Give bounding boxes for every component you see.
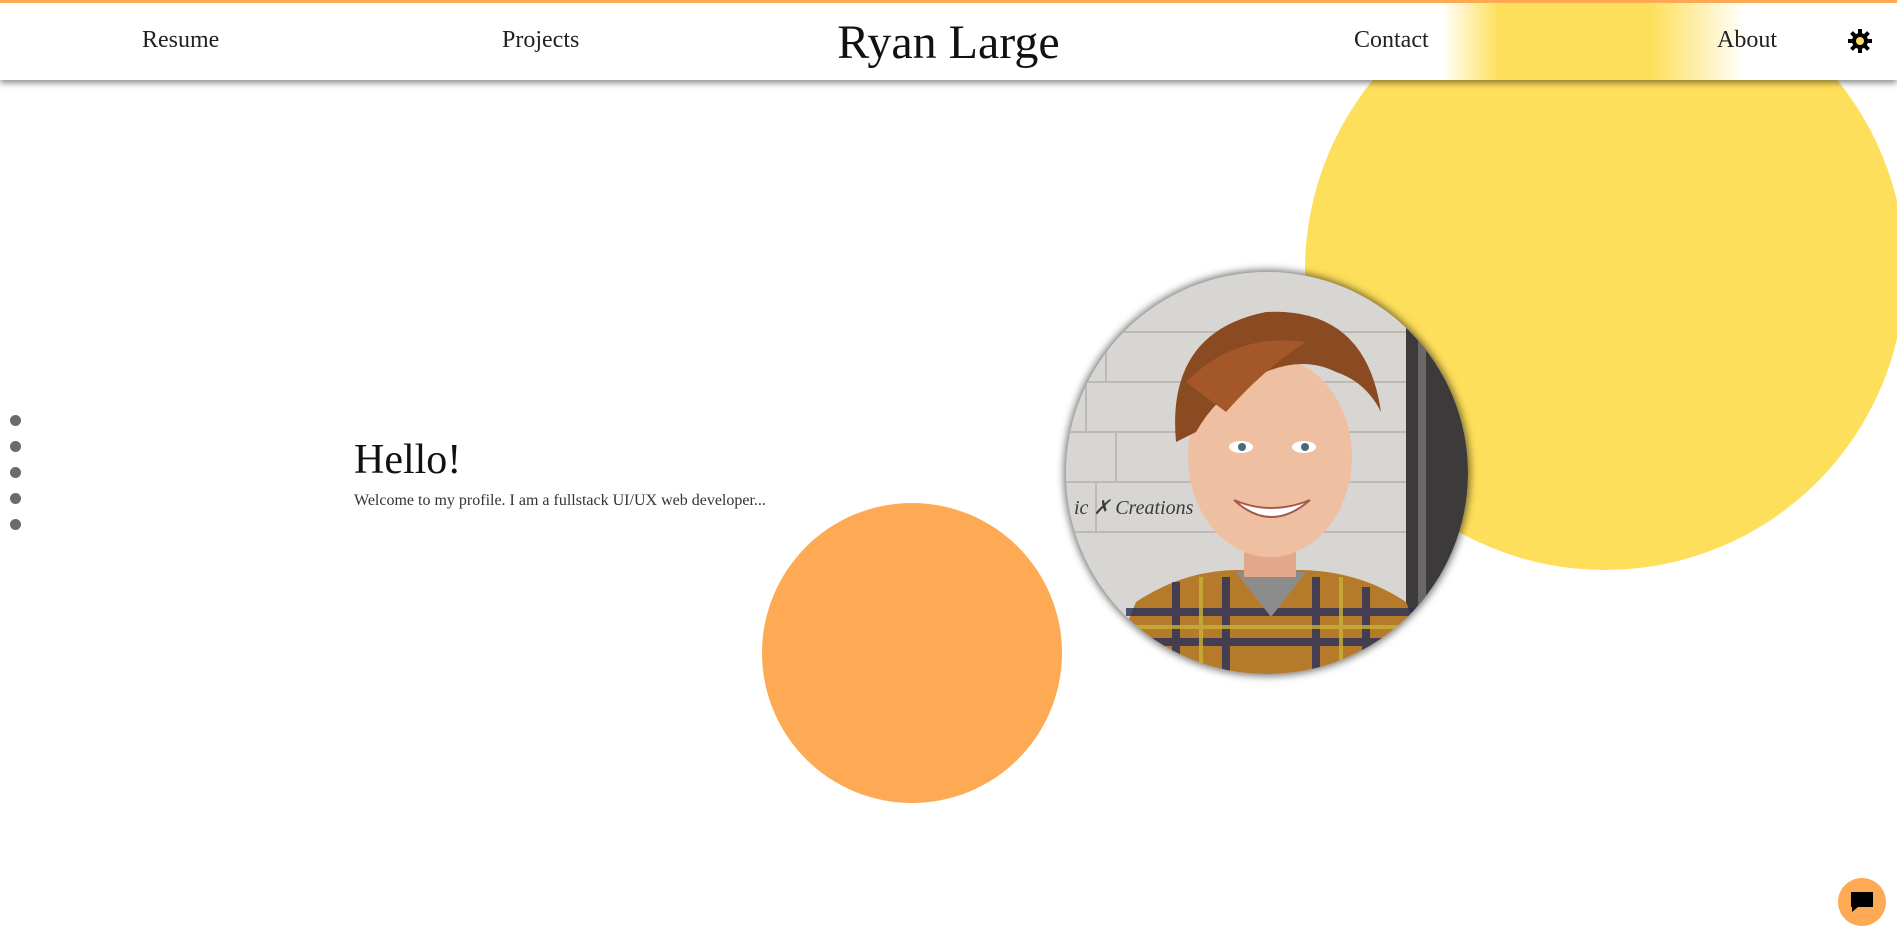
nav-contact-link[interactable]: Contact	[1354, 27, 1429, 54]
page: Resume Projects Ryan Large Contact About	[0, 0, 1897, 945]
section-dot-2[interactable]	[10, 441, 21, 452]
section-dot-5[interactable]	[10, 519, 21, 530]
section-dot-1[interactable]	[10, 415, 21, 426]
section-dot-3[interactable]	[10, 467, 21, 478]
nav-projects-link[interactable]: Projects	[502, 27, 579, 54]
chat-bubble-icon	[1851, 892, 1873, 912]
hero-subtitle: Welcome to my profile. I am a fullstack …	[354, 492, 766, 509]
brand-title[interactable]: Ryan Large	[837, 16, 1059, 69]
profile-photo: ic ✗ Creations	[1066, 272, 1468, 674]
section-dot-4[interactable]	[10, 493, 21, 504]
section-dots-nav	[10, 415, 24, 545]
photo-watermark: ic ✗ Creations	[1074, 497, 1194, 519]
chat-button[interactable]	[1838, 878, 1886, 926]
nav-resume-link[interactable]: Resume	[142, 27, 219, 54]
brand-container: Ryan Large	[0, 15, 1897, 70]
gear-icon[interactable]	[1846, 27, 1874, 55]
navbar: Resume Projects Ryan Large Contact About	[0, 0, 1897, 80]
nav-about-link[interactable]: About	[1717, 27, 1777, 54]
hero-title: Hello!	[354, 437, 462, 483]
orange-decor-circle	[762, 503, 1062, 803]
